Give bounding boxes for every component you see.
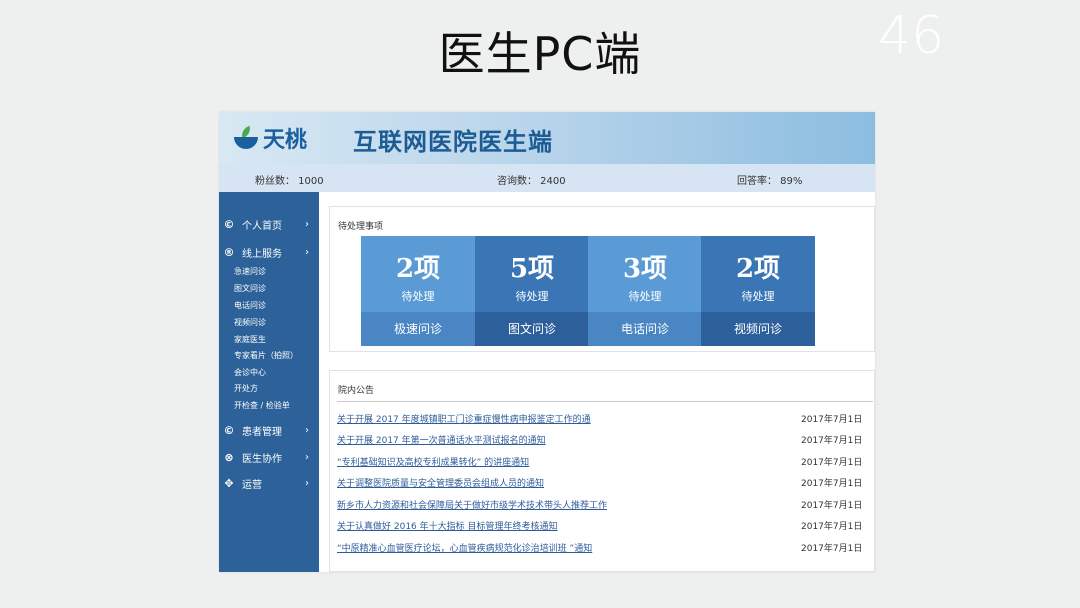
circled-times-icon: ⊗: [224, 450, 234, 464]
sidebar-item-online-service[interactable]: ® 线上服务 ›: [219, 242, 319, 262]
sub-item-consultation-center[interactable]: 会诊中心: [234, 366, 266, 380]
sub-item-exam-order[interactable]: 开检查 / 检验单: [234, 399, 290, 413]
sidebar-item-home[interactable]: © 个人首页 ›: [219, 214, 319, 234]
notice-date: 2017年7月1日: [801, 501, 863, 511]
app-window: 天桃 互联网医院医生端 粉丝数： 1000 咨询数： 2400 回答率： 89%…: [219, 112, 875, 572]
tile-label: 图文问诊: [475, 312, 589, 346]
sidebar-item-label: 患者管理: [242, 426, 282, 438]
list-item: 关于调整医院质量与安全管理委员会组成人员的通知 2017年7月1日: [337, 476, 867, 492]
list-item: “中原精准心血管医疗论坛，心血管疾病规范化诊治培训班 ”通知 2017年7月1日: [337, 541, 867, 557]
chevron-right-icon: ›: [305, 451, 309, 463]
list-item: 关于开展 2017 年第一次普通话水平测试报名的通知 2017年7月1日: [337, 433, 867, 449]
sidebar-item-label: 医生协作: [242, 453, 282, 465]
tile-status: 待处理: [401, 290, 435, 303]
logo-text: 天桃: [263, 128, 308, 153]
notice-link[interactable]: 关于开展 2017 年度城镇职工门诊重症慢性病申报鉴定工作的通: [337, 412, 591, 425]
sidebar-item-patient-management[interactable]: © 患者管理 ›: [219, 420, 319, 440]
consultation-count: 咨询数： 2400: [497, 176, 566, 187]
logo[interactable]: 天桃: [233, 122, 307, 154]
notice-date: 2017年7月1日: [801, 415, 863, 425]
tile-status: 待处理: [515, 290, 549, 303]
tile-status: 待处理: [628, 290, 662, 303]
list-item: 关于开展 2017 年度城镇职工门诊重症慢性病申报鉴定工作的通 2017年7月1…: [337, 412, 867, 428]
notices-title: 院内公告: [338, 386, 375, 396]
notice-date: 2017年7月1日: [801, 522, 863, 532]
tile-label: 视频问诊: [701, 312, 815, 346]
sidebar: © 个人首页 › ® 线上服务 › 急速问诊 图文问诊 电话问诊 视频问诊 家庭…: [219, 192, 319, 572]
logo-icon: [233, 125, 259, 151]
sidebar-item-label: 运营: [242, 479, 262, 491]
notice-link[interactable]: 关于认真做好 2016 年十大指标 目标管理年终考核通知: [337, 519, 558, 532]
sub-item-express[interactable]: 急速问诊: [234, 265, 266, 279]
sidebar-item-label: 个人首页: [242, 220, 282, 232]
sub-item-text-consult[interactable]: 图文问诊: [234, 282, 266, 296]
sidebar-item-label: 线上服务: [242, 248, 282, 260]
chevron-right-icon: ›: [305, 218, 309, 230]
chevron-right-icon: ›: [305, 477, 309, 489]
notice-link[interactable]: “中原精准心血管医疗论坛，心血管疾病规范化诊治培训班 ”通知: [337, 541, 592, 554]
list-item: 新乡市人力资源和社会保障局关于做好市级学术技术带头人推荐工作 2017年7月1日: [337, 498, 867, 514]
sub-item-family-doctor[interactable]: 家庭医生: [234, 333, 266, 347]
notice-date: 2017年7月1日: [801, 436, 863, 446]
stats-bar: 粉丝数： 1000 咨询数： 2400 回答率： 89%: [219, 164, 875, 192]
copyright-icon: ©: [223, 423, 235, 437]
list-item: “专利基础知识及高校专利成果转化” 的讲座通知 2017年7月1日: [337, 455, 867, 471]
tile-count: 5项: [509, 254, 555, 284]
answer-rate: 回答率： 89%: [737, 176, 803, 187]
sub-item-phone-consult[interactable]: 电话问诊: [234, 299, 266, 313]
sub-item-prescribe[interactable]: 开处方: [234, 382, 258, 396]
notice-date: 2017年7月1日: [801, 479, 863, 489]
tile-count: 2项: [395, 254, 441, 284]
notice-date: 2017年7月1日: [801, 544, 863, 554]
sidebar-item-operations[interactable]: ✥ 运营 ›: [219, 473, 319, 493]
registered-icon: ®: [223, 245, 235, 259]
tile-label: 电话问诊: [588, 312, 702, 346]
tile-express-consult[interactable]: 2项 待处理 极速问诊: [361, 236, 475, 346]
compass-icon: ✥: [224, 476, 234, 490]
followers-count: 粉丝数： 1000: [255, 176, 324, 187]
chevron-right-icon: ›: [305, 246, 309, 258]
tile-count: 3项: [622, 254, 668, 284]
tile-video-consult[interactable]: 2项 待处理 视频问诊: [701, 236, 815, 346]
notice-link[interactable]: “专利基础知识及高校专利成果转化” 的讲座通知: [337, 455, 529, 468]
copyright-icon: ©: [223, 217, 235, 231]
notice-link[interactable]: 新乡市人力资源和社会保障局关于做好市级学术技术带头人推荐工作: [337, 498, 607, 511]
notice-link[interactable]: 关于调整医院质量与安全管理委员会组成人员的通知: [337, 476, 544, 489]
pending-tiles: 2项 待处理 极速问诊 5项 待处理 图文问诊 3项 待处理 电话问诊 2项 待…: [361, 236, 815, 346]
slide-page-number: 46: [878, 6, 945, 66]
chevron-right-icon: ›: [305, 424, 309, 436]
divider: [337, 401, 873, 402]
notice-link[interactable]: 关于开展 2017 年第一次普通话水平测试报名的通知: [337, 433, 546, 446]
app-header: 天桃 互联网医院医生端: [219, 112, 875, 164]
tile-text-consult[interactable]: 5项 待处理 图文问诊: [475, 236, 589, 346]
sub-item-video-consult[interactable]: 视频问诊: [234, 316, 266, 330]
pending-title: 待处理事项: [338, 222, 384, 232]
sidebar-item-doctor-collaboration[interactable]: ⊗ 医生协作 ›: [219, 447, 319, 467]
app-title: 互联网医院医生端: [353, 128, 553, 156]
tile-count: 2项: [735, 254, 781, 284]
tile-phone-consult[interactable]: 3项 待处理 电话问诊: [588, 236, 702, 346]
tile-status: 待处理: [741, 290, 775, 303]
notice-date: 2017年7月1日: [801, 458, 863, 468]
tile-label: 极速问诊: [361, 312, 475, 346]
sub-item-expert-review[interactable]: 专家看片（拍照）: [234, 349, 298, 363]
list-item: 关于认真做好 2016 年十大指标 目标管理年终考核通知 2017年7月1日: [337, 519, 867, 535]
